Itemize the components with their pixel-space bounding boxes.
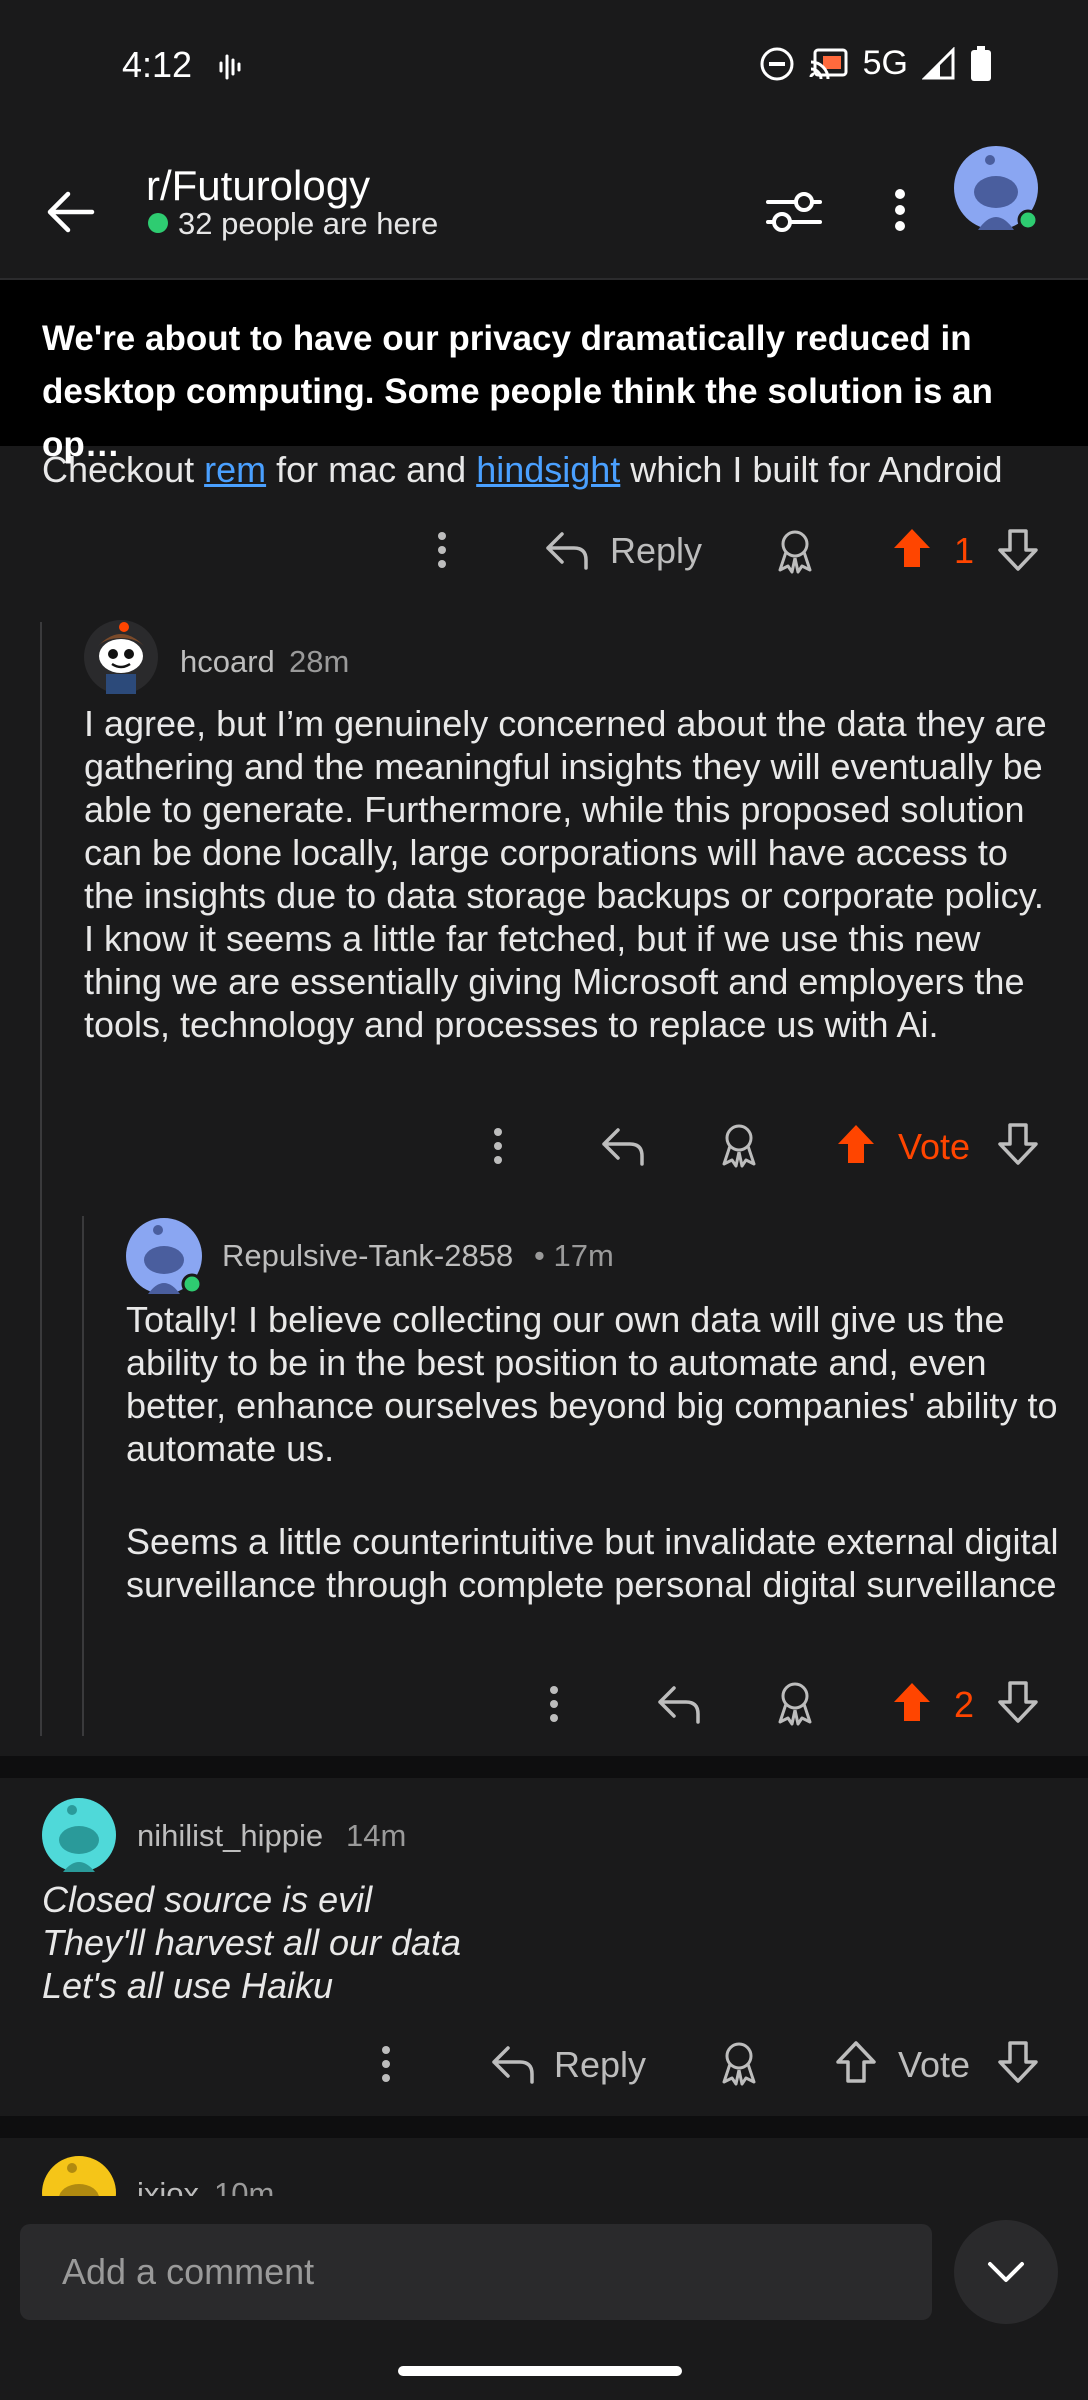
vote-button[interactable]: Vote — [898, 2044, 970, 2086]
vote-count: 2 — [954, 1684, 975, 1725]
upvote-icon[interactable] — [890, 526, 934, 570]
more-options-icon[interactable] — [880, 178, 920, 242]
reply-icon[interactable] — [656, 1682, 702, 1726]
thread-line[interactable] — [40, 622, 42, 1736]
award-icon[interactable] — [772, 1680, 818, 1726]
award-icon[interactable] — [716, 1122, 762, 1168]
more-options-icon[interactable] — [484, 1124, 512, 1168]
status-time: 4:12 — [122, 44, 193, 85]
online-indicator — [148, 213, 168, 233]
filter-icon[interactable] — [762, 180, 826, 244]
dnd-icon — [759, 46, 795, 82]
battery-icon — [970, 45, 992, 82]
status-bar: 4:12 5G — [0, 0, 1088, 140]
comment-author[interactable]: hcoard — [180, 644, 275, 680]
comment-composer — [0, 2196, 1088, 2400]
avatar[interactable] — [126, 1218, 202, 1294]
vote-count: 1 — [954, 530, 975, 571]
more-options-icon[interactable] — [540, 1682, 568, 1726]
chevron-down-icon — [986, 2260, 1026, 2284]
link-hindsight[interactable]: hindsight — [476, 449, 620, 490]
cast-icon — [809, 47, 849, 81]
downvote-icon[interactable] — [996, 528, 1040, 572]
cell-signal-icon — [922, 46, 956, 81]
downvote-icon[interactable] — [996, 1680, 1040, 1724]
upvote-icon[interactable] — [890, 1680, 934, 1724]
comment-line: Closed source is evil — [42, 1879, 373, 1920]
comment-time: 14m — [346, 1818, 407, 1853]
home-indicator[interactable] — [398, 2366, 682, 2376]
user-avatar[interactable] — [954, 146, 1038, 230]
reply-icon[interactable] — [544, 528, 590, 572]
comment-time: 28m — [289, 644, 350, 679]
avatar[interactable] — [42, 1798, 116, 1872]
add-comment-input[interactable] — [20, 2224, 932, 2320]
downvote-icon[interactable] — [996, 1122, 1040, 1166]
more-options-icon[interactable] — [428, 528, 456, 572]
subreddit-name[interactable]: r/Futurology — [146, 162, 370, 210]
comment-body: Checkout rem for mac and hindsight which… — [42, 449, 1003, 490]
reply-icon[interactable] — [490, 2042, 536, 2086]
upvote-icon[interactable] — [834, 2040, 878, 2084]
award-icon[interactable] — [716, 2040, 762, 2086]
reply-icon[interactable] — [600, 1124, 646, 1168]
reply-button[interactable]: Reply — [610, 530, 702, 572]
comment-divider — [0, 1756, 1088, 1778]
reply-button[interactable]: Reply — [554, 2044, 646, 2086]
more-options-icon[interactable] — [372, 2042, 400, 2086]
comment-body: Seems a little counterintuitive but inva… — [126, 1521, 1059, 1605]
status-icons: 5G — [759, 44, 992, 83]
vote-button[interactable]: Vote — [898, 1126, 970, 1168]
award-icon[interactable] — [772, 528, 818, 574]
link-rem[interactable]: rem — [204, 449, 266, 490]
post-title-banner[interactable]: We're about to have our privacy dramatic… — [0, 280, 1088, 464]
comment-time: • 17m — [534, 1238, 614, 1273]
thread-line[interactable] — [82, 1216, 84, 1736]
comment-line: They'll harvest all our data — [42, 1922, 462, 1963]
upvote-icon[interactable] — [834, 1122, 878, 1166]
comment-line: Let's all use Haiku — [42, 1965, 334, 2006]
downvote-icon[interactable] — [996, 2040, 1040, 2084]
network-type: 5G — [862, 44, 908, 82]
voice-wave-icon — [218, 52, 244, 82]
next-comment-button[interactable] — [954, 2220, 1058, 2324]
comment-author[interactable]: nihilist_hippie — [137, 1818, 323, 1854]
comment-body: Totally! I believe collecting our own da… — [126, 1299, 1058, 1469]
online-count: 32 people are here — [178, 206, 439, 241]
avatar[interactable] — [84, 620, 158, 694]
comment-divider — [0, 2116, 1088, 2138]
comment-body: I agree, but I’m genuinely concerned abo… — [84, 703, 1047, 1045]
back-arrow-icon[interactable] — [40, 180, 104, 244]
comment-author[interactable]: Repulsive-Tank-2858 — [222, 1238, 513, 1274]
top-app-bar: r/Futurology 32 people are here — [0, 140, 1088, 280]
